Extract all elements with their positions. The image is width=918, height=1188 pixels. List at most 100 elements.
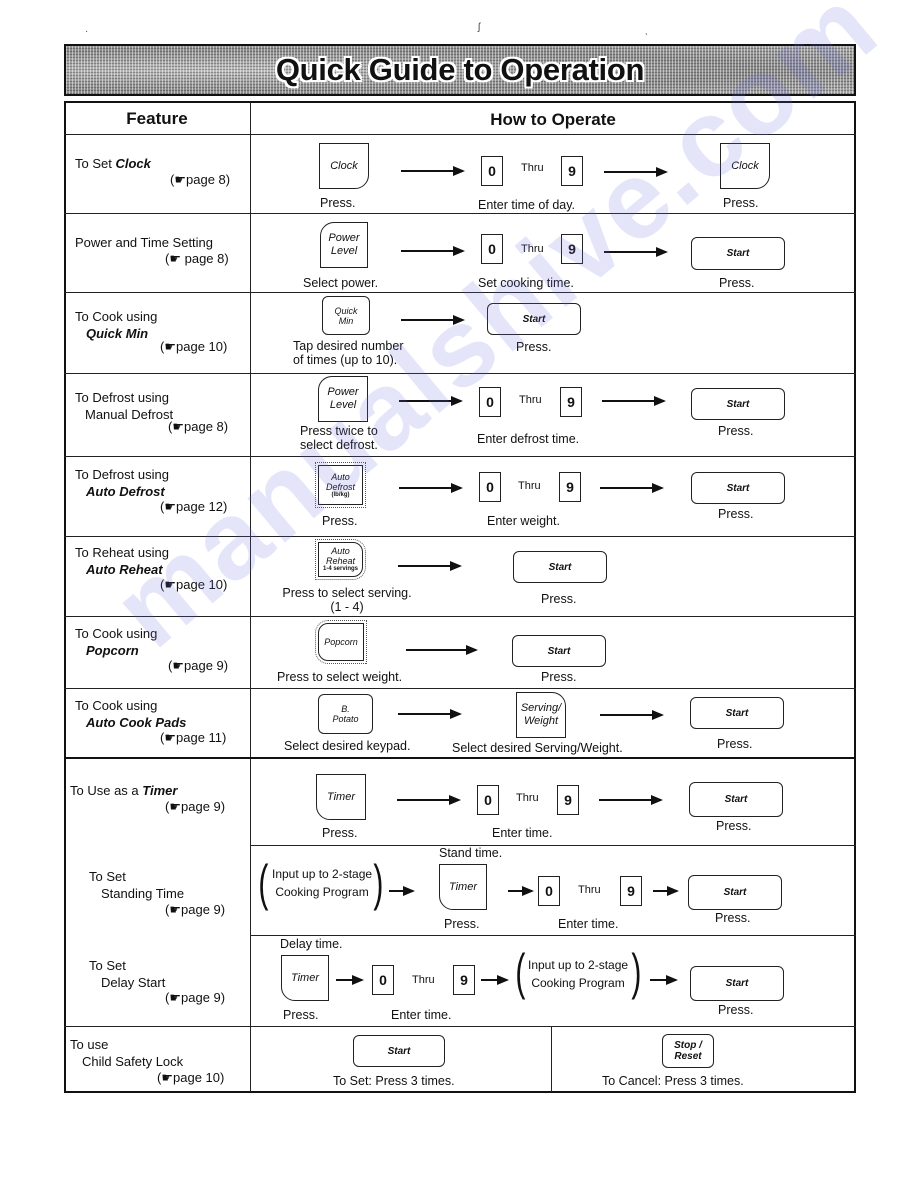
step-caption: To Cancel: Press 3 times. [602, 1074, 744, 1088]
left-bracket: ( [258, 855, 269, 911]
pointing-hand-icon: ☛ [172, 658, 184, 673]
right-bracket: ) [631, 944, 642, 1000]
step-caption: Press. [283, 1008, 319, 1022]
pointing-hand-icon: ☛ [164, 499, 176, 514]
number-key-9: 9 [620, 876, 642, 906]
row-divider [64, 134, 856, 135]
step-caption: Set cooking time. [478, 276, 574, 290]
step-caption: Press. [718, 424, 754, 438]
step-caption: Press. [715, 911, 751, 925]
arrow-icon [398, 709, 462, 719]
popcorn-key: Popcorn [315, 620, 367, 664]
step-caption: Enter time. [492, 826, 553, 840]
arrow-icon [604, 247, 668, 257]
baked-potato-key: B. Potato [318, 694, 373, 734]
left-bracket: ( [515, 944, 526, 1000]
arrow-icon [401, 246, 465, 256]
pointing-hand-icon: ☛ [169, 251, 181, 266]
row-divider [64, 616, 856, 617]
number-key-9: 9 [559, 472, 581, 502]
step-caption: To Set: Press 3 times. [333, 1074, 455, 1088]
step-caption: Enter time. [558, 917, 619, 931]
thru-label: Thru [412, 974, 435, 986]
arrow-icon [599, 795, 663, 805]
stand-time-label: Stand time. [439, 846, 503, 860]
step-caption: Enter time of day. [478, 198, 576, 212]
timer-key: Timer [439, 864, 487, 910]
step-caption: Press. [322, 514, 358, 528]
number-key-9: 9 [453, 965, 475, 995]
step-caption: Enter weight. [487, 514, 560, 528]
pointing-hand-icon: ☛ [172, 419, 184, 434]
step-caption: Select power. [303, 276, 379, 290]
thru-label: Thru [578, 884, 601, 896]
arrow-icon [604, 167, 668, 177]
step-caption: Press. [541, 670, 577, 684]
feature-label: To Cook using Quick Min [75, 309, 158, 341]
pointing-hand-icon: ☛ [164, 339, 176, 354]
number-key-0: 0 [477, 785, 499, 815]
step-caption: Press. [723, 196, 759, 210]
arrow-icon [602, 396, 666, 406]
number-key-9: 9 [561, 156, 583, 186]
quick-min-key: Quick Min [322, 296, 370, 335]
pointing-hand-icon: ☛ [164, 730, 176, 745]
feature-label: To use Child Safety Lock [70, 1037, 184, 1069]
step-caption: Press. [719, 276, 755, 290]
feature-label: To Set Clock [75, 156, 151, 171]
pointing-hand-icon: ☛ [169, 799, 181, 814]
arrow-icon [481, 975, 509, 985]
step-caption: Press twice to select defrost. [300, 424, 378, 452]
arrow-icon [653, 886, 679, 896]
step-caption: Select desired Serving/Weight. [452, 741, 623, 755]
feature-label: To Defrost using Auto Defrost [75, 467, 169, 499]
row-divider [64, 757, 856, 759]
step-caption: Press. [322, 826, 358, 840]
start-key: Start [690, 966, 784, 1001]
pointing-hand-icon: ☛ [161, 1070, 173, 1085]
row-divider [64, 456, 856, 457]
number-key-9: 9 [561, 234, 583, 264]
thru-label: Thru [519, 394, 542, 406]
feature-label: To Reheat using Auto Reheat [75, 545, 169, 577]
start-key: Start [691, 237, 785, 270]
timer-key: Timer [281, 955, 329, 1001]
column-divider [551, 1027, 552, 1092]
pointing-hand-icon: ☛ [169, 902, 181, 917]
page-reference: (☛page 9) [165, 990, 226, 1005]
step-caption: Press to select serving. (1 - 4) [282, 586, 412, 614]
step-caption: Press. [320, 196, 356, 210]
page-reference: (☛ page 8) [165, 251, 229, 266]
arrow-icon [336, 975, 364, 985]
feature-label: To Defrost using Manual Defrost [75, 390, 174, 422]
step-caption: Press to select weight. [277, 670, 403, 684]
row-divider [64, 373, 856, 374]
step-caption: Tap desired number of times (up to 10). [293, 339, 404, 367]
header-how-to-operate: How to Operate [490, 110, 616, 129]
pointing-hand-icon: ☛ [164, 577, 176, 592]
step-caption: Enter defrost time. [477, 432, 580, 446]
row-divider [64, 1026, 856, 1027]
start-key: Start [688, 875, 782, 910]
row-divider [64, 688, 856, 689]
title-banner: Quick Guide to Operation [64, 44, 856, 96]
auto-reheat-key: Auto Reheat 1-4 servings [315, 539, 366, 580]
arrow-icon [401, 315, 465, 325]
step-caption: Press. [444, 917, 480, 931]
arrow-icon [397, 795, 461, 805]
page-reference: (☛page 10) [160, 577, 228, 592]
number-key-0: 0 [479, 472, 501, 502]
number-key-0: 0 [481, 234, 503, 264]
clock-key: Clock [319, 143, 369, 189]
start-key: Start [512, 635, 606, 667]
step-caption: Press. [718, 507, 754, 521]
number-key-9: 9 [557, 785, 579, 815]
delay-time-label: Delay time. [280, 937, 343, 951]
start-key: Start [513, 551, 607, 583]
page-reference: (☛page 10) [157, 1070, 225, 1085]
start-key: Start [487, 303, 581, 335]
stop-reset-key: Stop / Reset [662, 1034, 714, 1068]
arrow-icon [398, 561, 462, 571]
start-key: Start [691, 472, 785, 504]
arrow-icon [600, 710, 664, 720]
